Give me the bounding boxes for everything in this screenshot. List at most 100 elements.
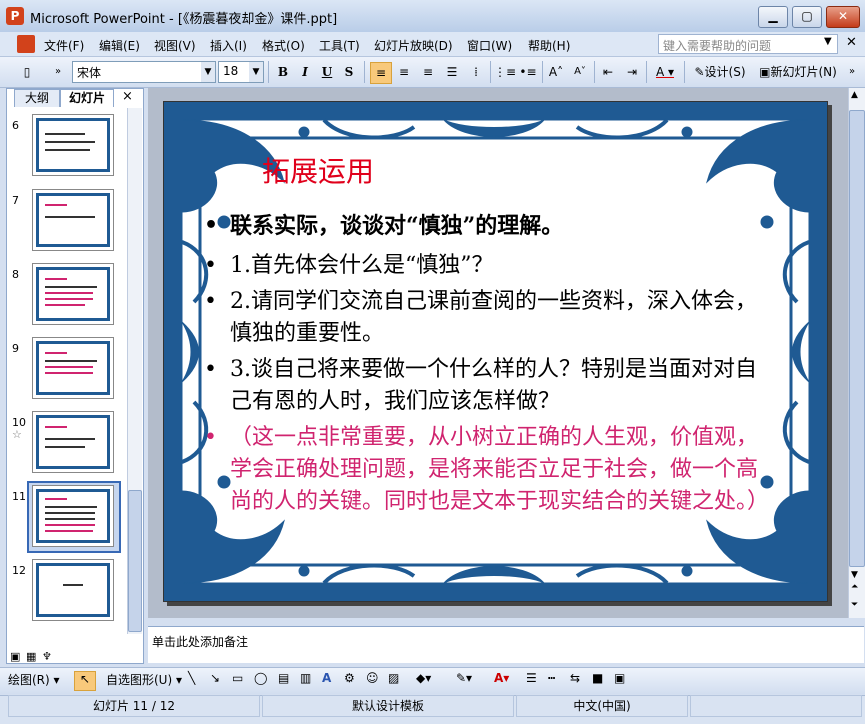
shadow-style-icon[interactable]: ■: [592, 671, 603, 685]
fill-color-icon[interactable]: ◆▾: [416, 671, 431, 685]
editor-scrollbar-thumb[interactable]: [849, 110, 865, 567]
scroll-up-icon[interactable]: ▲: [851, 90, 858, 100]
document-icon[interactable]: [17, 35, 35, 53]
align-left-icon[interactable]: ≡: [370, 62, 392, 84]
increase-indent-icon[interactable]: ⇥: [622, 62, 642, 82]
separator: [364, 61, 365, 83]
help-search-input[interactable]: 键入需要帮助的问题: [658, 34, 838, 54]
rectangle-icon[interactable]: ▭: [232, 671, 243, 685]
next-slide-icon[interactable]: ⏷: [851, 600, 858, 610]
help-placeholder: 键入需要帮助的问题: [663, 39, 772, 53]
distributed-icon[interactable]: ⁞: [466, 62, 486, 82]
design-button[interactable]: ✎设计(S): [690, 62, 750, 82]
dash-style-icon[interactable]: ┅: [548, 671, 555, 685]
arrow-icon[interactable]: ↘: [210, 671, 220, 685]
menu-insert[interactable]: 插入(I): [210, 37, 247, 54]
bullet-item-highlight[interactable]: • （这一点非常重要，从小树立正确的人生观，价值观，学会正确处理问题，是将来能否…: [204, 422, 774, 518]
menu-format[interactable]: 格式(O): [262, 37, 305, 54]
toolbar-options-icon[interactable]: »: [52, 62, 64, 82]
clipart-icon[interactable]: ☺: [366, 671, 379, 685]
numbering-icon[interactable]: ⋮≡: [494, 62, 516, 82]
tab-outline[interactable]: 大纲: [14, 89, 60, 107]
bold-button[interactable]: B: [274, 62, 292, 82]
decrease-indent-icon[interactable]: ⇤: [598, 62, 618, 82]
new-slide-button[interactable]: ▣新幻灯片(N): [756, 62, 840, 82]
select-pointer-icon[interactable]: ↖: [74, 671, 96, 691]
design-label: 设计(S): [704, 65, 746, 79]
new-document-icon[interactable]: ▯: [16, 62, 38, 82]
menu-file[interactable]: 文件(F): [44, 37, 84, 54]
menu-tools[interactable]: 工具(T): [319, 37, 360, 54]
tab-slides[interactable]: 幻灯片: [60, 89, 114, 107]
slide-canvas[interactable]: 拓展运用 • 联系实际，谈谈对“慎独”的理解。 • 1.首先体会什么是“慎独”？…: [163, 101, 828, 602]
slide-thumbnail[interactable]: [32, 411, 114, 473]
slide-number: 12: [12, 564, 26, 577]
menu-window[interactable]: 窗口(W): [467, 37, 512, 54]
slide-thumbnail[interactable]: [32, 263, 114, 325]
italic-button[interactable]: I: [296, 62, 314, 82]
slide-thumbnail[interactable]: [32, 559, 114, 621]
picture-icon[interactable]: ▨: [388, 671, 399, 685]
diagram-icon[interactable]: ⚙: [344, 671, 355, 685]
font-color-icon[interactable]: A▾: [494, 671, 509, 685]
autoshapes-label: 自选图形(U): [106, 673, 173, 687]
bullet-item[interactable]: • 2.请同学们交流自己课前查阅的一些资料，深入体会，慎独的重要性。: [204, 286, 774, 350]
bullet-item[interactable]: • 联系实际，谈谈对“慎独”的理解。: [204, 210, 774, 242]
menu-slideshow[interactable]: 幻灯片放映(D): [374, 37, 453, 54]
slide-thumbnail[interactable]: [32, 337, 114, 399]
toolbar-options-icon[interactable]: »: [846, 62, 858, 82]
menu-view[interactable]: 视图(V): [154, 37, 196, 54]
status-empty: [690, 695, 862, 717]
slide-number: 11: [12, 490, 26, 503]
decrease-font-icon[interactable]: A˅: [570, 62, 590, 82]
doc-close-icon[interactable]: ✕: [846, 35, 857, 50]
underline-button[interactable]: U: [318, 62, 336, 82]
minimize-button[interactable]: ▁: [758, 6, 788, 28]
font-select[interactable]: 宋体 ▼: [72, 61, 216, 83]
slide-number: 7: [12, 194, 19, 207]
shadow-button[interactable]: S: [340, 62, 358, 82]
bullet-text: 1.首先体会什么是“慎独”？: [230, 253, 494, 278]
align-center-icon[interactable]: ≡: [394, 62, 414, 82]
slide-thumbnail[interactable]: [32, 189, 114, 251]
draw-menu-button[interactable]: 绘图(R) ▾: [8, 671, 60, 688]
prev-slide-icon[interactable]: ⏶: [851, 582, 858, 592]
align-right-icon[interactable]: ≡: [418, 62, 438, 82]
line-style-icon[interactable]: ☰: [526, 671, 537, 685]
oval-icon[interactable]: ◯: [254, 671, 267, 685]
vertical-textbox-icon[interactable]: ▥: [300, 671, 311, 685]
scroll-down-icon[interactable]: ▼: [851, 570, 858, 580]
view-buttons: ▣ ▦ ♆: [8, 650, 62, 664]
font-color-icon[interactable]: A ▾: [650, 62, 680, 82]
wordart-icon[interactable]: A: [322, 671, 331, 685]
bullets-icon[interactable]: •≡: [518, 62, 538, 82]
slide-thumbnail-selected[interactable]: [32, 485, 114, 547]
3d-style-icon[interactable]: ▣: [614, 671, 625, 685]
menu-edit[interactable]: 编辑(E): [99, 37, 140, 54]
autoshapes-button[interactable]: 自选图形(U) ▾: [106, 671, 182, 688]
new-slide-label: 新幻灯片(N): [770, 65, 837, 79]
sorter-view-icon[interactable]: ▦: [26, 650, 36, 663]
close-button[interactable]: ✕: [826, 6, 860, 28]
maximize-button[interactable]: ▢: [792, 6, 822, 28]
font-value: 宋体: [77, 66, 102, 80]
notes-pane[interactable]: 单击此处添加备注: [148, 626, 864, 663]
close-icon[interactable]: ×: [122, 89, 133, 104]
increase-font-icon[interactable]: A˄: [546, 62, 566, 82]
slide-thumbnail[interactable]: [32, 114, 114, 176]
font-size-select[interactable]: 18 ▼: [218, 61, 264, 83]
arrow-style-icon[interactable]: ⇆: [570, 671, 580, 685]
bullet-item[interactable]: • 1.首先体会什么是“慎独”？: [204, 250, 774, 282]
textbox-icon[interactable]: ▤: [278, 671, 289, 685]
chevron-down-icon[interactable]: ▼: [824, 36, 832, 47]
slide-title[interactable]: 拓展运用: [262, 150, 374, 190]
normal-view-icon[interactable]: ▣: [10, 650, 20, 663]
line-icon[interactable]: ╲: [188, 671, 195, 685]
notes-placeholder: 单击此处添加备注: [152, 635, 249, 649]
panel-scrollbar-thumb[interactable]: [128, 490, 142, 632]
bullet-item[interactable]: • 3.谈自己将来要做一个什么样的人？特别是当面对对自己有恩的人时，我们应该怎样…: [204, 354, 774, 418]
line-color-icon[interactable]: ✎▾: [456, 671, 472, 685]
menu-help[interactable]: 帮助(H): [528, 37, 570, 54]
slideshow-view-icon[interactable]: ♆: [42, 650, 52, 663]
justify-icon[interactable]: ☰: [442, 62, 462, 82]
